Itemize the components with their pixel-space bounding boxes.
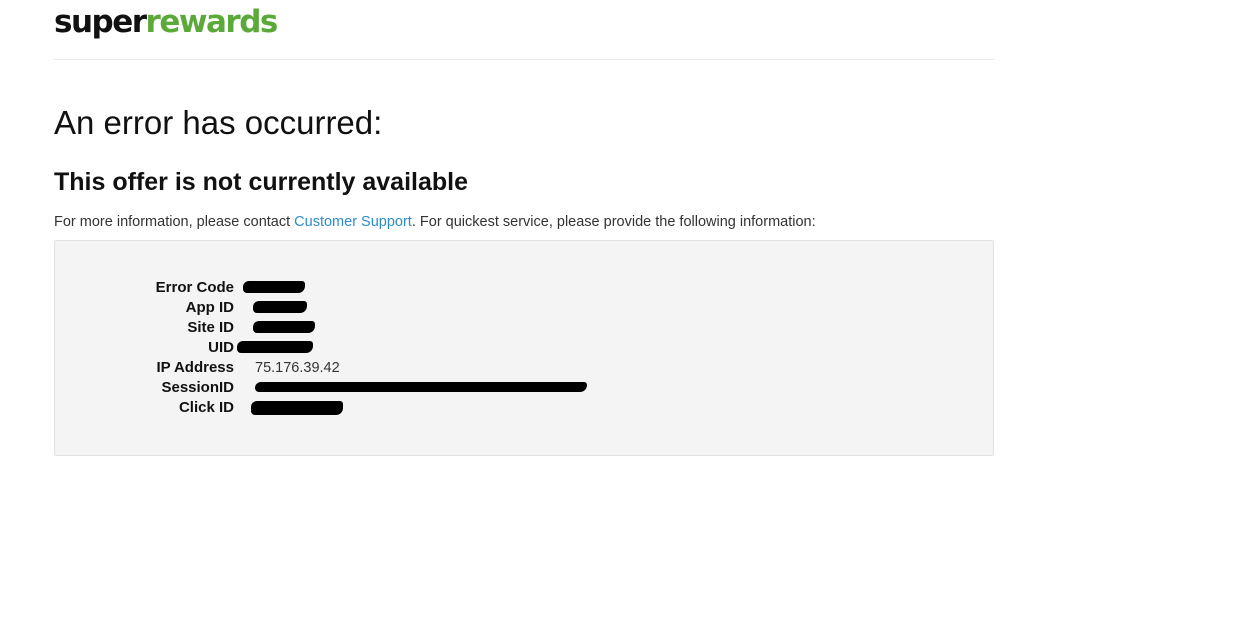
info-prefix: For more information, please contact (54, 214, 295, 230)
detail-row-ip-address: IP Address 75.176.39.42 (55, 358, 993, 378)
error-heading: An error has occurred: (54, 104, 383, 141)
redaction-mark (251, 401, 343, 415)
detail-label: Error Code (155, 279, 234, 296)
redaction-mark (237, 341, 313, 353)
detail-row-session-id: SessionID (55, 378, 993, 398)
detail-label: IP Address (156, 359, 234, 376)
info-text: For more information, please contact Cus… (54, 212, 816, 232)
detail-value: 75.176.39.42 (255, 360, 340, 376)
detail-label: UID (208, 339, 234, 356)
redaction-mark (255, 382, 587, 392)
superrewards-logo: superrewards (54, 2, 279, 42)
detail-row-click-id: Click ID (55, 398, 993, 418)
logo-word-rewards: rewards (145, 4, 279, 40)
detail-label: Click ID (178, 399, 234, 416)
redaction-mark (253, 301, 307, 313)
detail-row-site-id: Site ID (55, 318, 993, 338)
header-divider (54, 59, 994, 60)
detail-label: SessionID (161, 379, 234, 396)
detail-label: App ID (185, 299, 234, 316)
detail-row-uid: UID (55, 338, 993, 358)
detail-row-app-id: App ID (55, 298, 993, 318)
error-subheading: This offer is not currently available (54, 168, 469, 196)
detail-label: Site ID (187, 319, 234, 336)
logo-word-super: super (54, 4, 147, 40)
detail-row-error-code: Error Code (55, 278, 993, 298)
redaction-mark (243, 281, 305, 293)
error-details-panel: Error Code App ID Site ID UID IP Address… (54, 240, 994, 456)
redaction-mark (253, 321, 315, 333)
info-suffix: . For quickest service, please provide t… (411, 214, 816, 230)
customer-support-link[interactable]: Customer Support (294, 214, 412, 230)
